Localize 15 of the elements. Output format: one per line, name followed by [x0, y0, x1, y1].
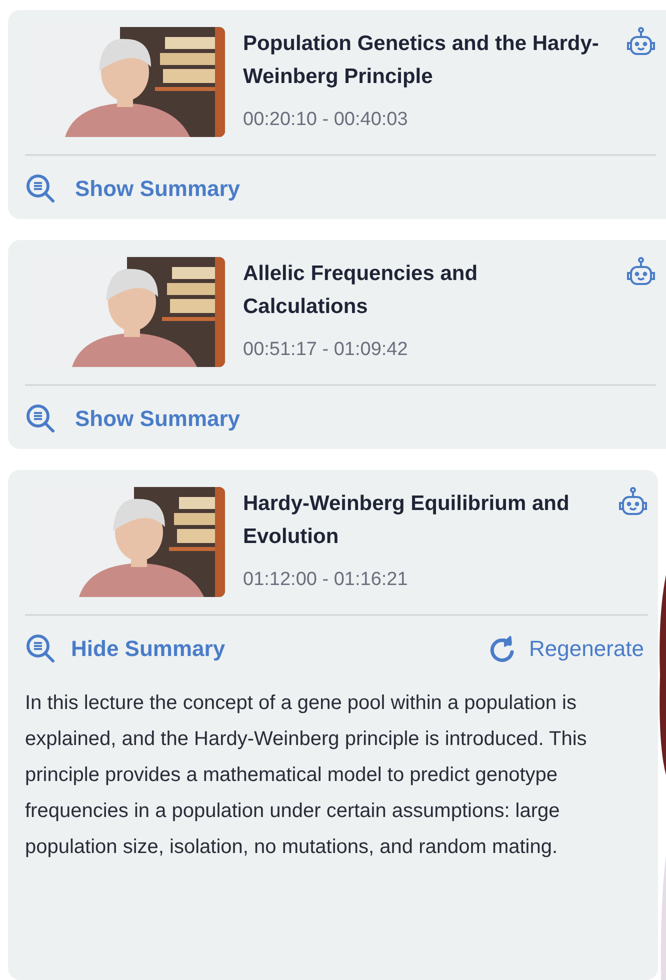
search-icon — [25, 402, 57, 434]
summary-text: In this lecture the concept of a gene pool within a population is explained, and the Hardy-Weinberg principle is introduced. This principle provides a mathematical model to predict genotype frequencies in a population under certain assumptions: large population size, isolation, no mutations, and random mating. — [25, 691, 588, 860]
summary-toggle[interactable]: Hide Summary — [25, 632, 226, 665]
search-icon — [25, 632, 57, 664]
summary-toggle[interactable]: Show Summary — [25, 402, 240, 435]
refresh-icon — [489, 636, 516, 662]
search-icon — [25, 172, 57, 204]
segment-title: Allelic Frequencies and Calculations — [243, 261, 479, 320]
segment-title: Population Genetics and the Hardy-Weinberg Principle — [243, 31, 600, 90]
summary-toggle[interactable]: Show Summary — [25, 172, 240, 205]
segment-title: Hardy-Weinberg Equilibrium and Evolution — [243, 491, 570, 550]
time-range: 00:20:10 - 00:40:03 — [243, 108, 409, 132]
time-range: 01:12:00 - 01:16:21 — [243, 568, 409, 592]
regenerate-button[interactable]: Regenerate — [489, 632, 644, 665]
time-range: 00:51:17 - 01:09:42 — [243, 338, 409, 362]
